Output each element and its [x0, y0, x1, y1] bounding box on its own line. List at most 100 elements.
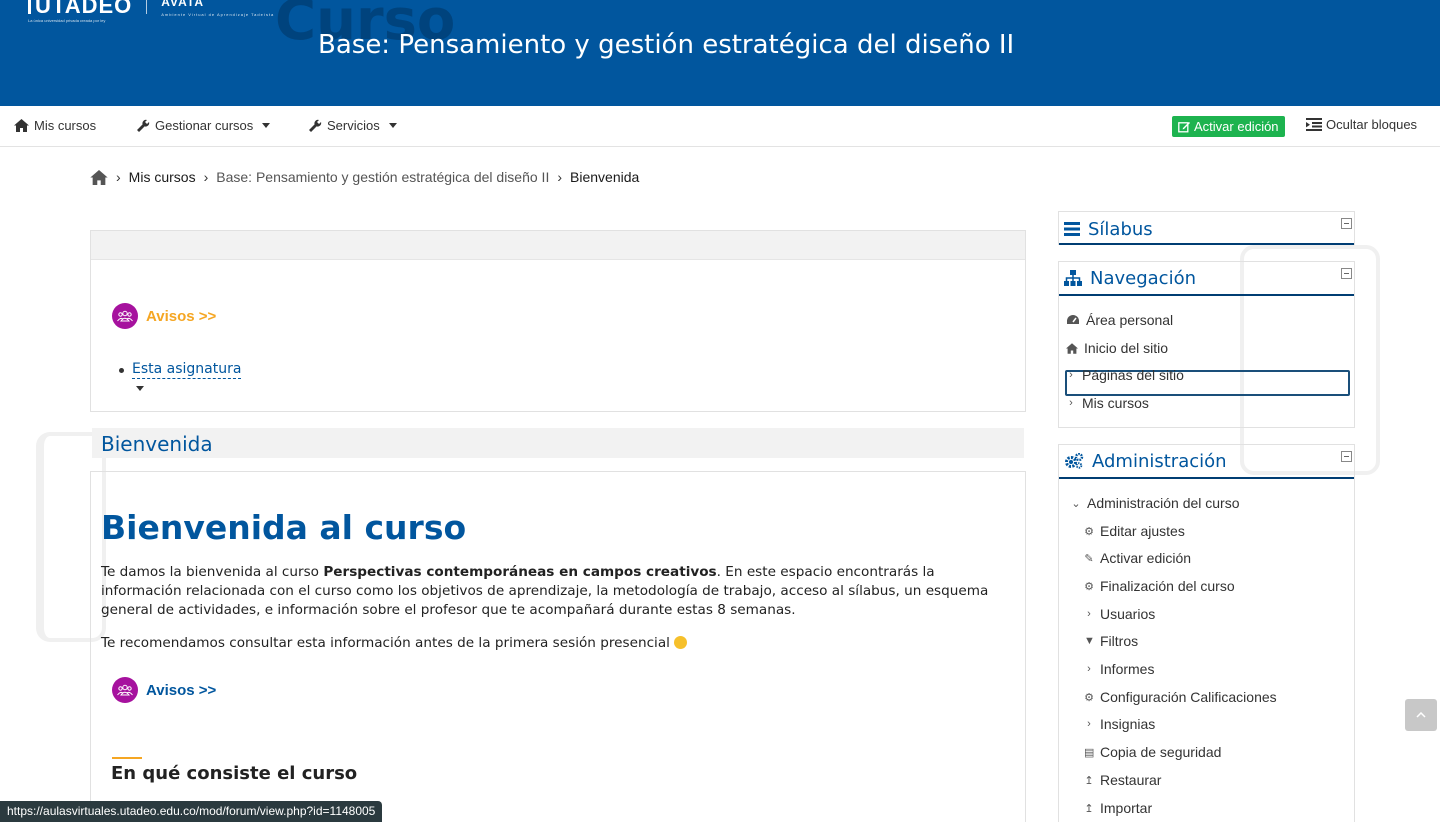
recommendation-paragraph: Te recomendamos consultar esta informaci…	[101, 634, 687, 653]
recommendation-text: Te recomendamos consultar esta informaci…	[101, 635, 670, 651]
chevron-right-icon: ›	[203, 169, 209, 185]
chevron-right-icon: ›	[1087, 718, 1091, 730]
chevron-right-icon: ›	[557, 169, 563, 185]
logo-divider	[146, 0, 148, 14]
logo-subtitle: La única universidad privada creada por …	[28, 18, 106, 23]
back-to-top-button[interactable]	[1405, 699, 1437, 731]
block-navegacion-title: Navegación	[1090, 267, 1196, 289]
breadcrumb-course[interactable]: Base: Pensamiento y gestión estratégica …	[216, 169, 549, 185]
nav-servicios-label: Servicios	[327, 118, 380, 133]
block-navegacion-header[interactable]: Navegación	[1059, 262, 1354, 296]
block-administracion-title: Administración	[1092, 450, 1227, 472]
esta-asignatura-label: Esta asignatura	[132, 361, 242, 379]
welcome-content: Bienvenida al curso Te damos la bienveni…	[90, 471, 1026, 822]
block-administracion: Administración ⌄ Administración del curs…	[1058, 444, 1355, 822]
caret-down-icon	[388, 123, 397, 128]
block-silabus-header[interactable]: Sílabus	[1059, 212, 1354, 246]
admin-calificaciones-label: Configuración Calificaciones	[1100, 689, 1277, 705]
block-expand-icon[interactable]	[1341, 218, 1352, 229]
logo-avata-text: AVATA	[161, 0, 205, 9]
logo-avata-subtitle: Ambiente Virtual de Aprendizaje Tadeísta	[161, 12, 275, 17]
block-collapse-icon[interactable]	[1341, 451, 1352, 462]
breadcrumb-mis-cursos[interactable]: Mis cursos	[129, 169, 196, 185]
nav-mis-cursos-label: Mis cursos	[34, 118, 97, 133]
group-icon	[112, 303, 138, 329]
chevron-right-icon: ›	[1087, 663, 1091, 675]
ocultar-bloques-button[interactable]: Ocultar bloques	[1306, 117, 1417, 132]
admin-usuarios-label: Usuarios	[1100, 606, 1156, 622]
admin-curso-label: Administración del curso	[1087, 495, 1240, 511]
nav-paginas-sitio-label: Páginas del sitio	[1082, 367, 1184, 383]
admin-calificaciones[interactable]: ⚙ Configuración Calificaciones	[1084, 689, 1277, 705]
block-navegacion: Navegación Área personal Inicio del siti…	[1058, 261, 1355, 428]
group-icon	[112, 677, 138, 703]
wrench-icon	[309, 119, 322, 132]
cog-icon: ⚙	[1084, 691, 1094, 704]
ocultar-bloques-label: Ocultar bloques	[1326, 117, 1418, 132]
block-collapse-icon[interactable]	[1341, 268, 1352, 279]
breadcrumb: › Mis cursos › Base: Pensamiento y gesti…	[90, 169, 639, 185]
breadcrumb-current: Bienvenida	[570, 169, 640, 185]
admin-activar-edicion-label: Activar edición	[1100, 550, 1192, 566]
admin-insignias[interactable]: › Insignias	[1084, 716, 1155, 732]
upload-arrow-icon: ↥	[1084, 802, 1094, 815]
block-administracion-header[interactable]: Administración	[1059, 445, 1354, 479]
nav-mis-cursos-block-label: Mis cursos	[1082, 395, 1149, 411]
avisos-label: Avisos >>	[146, 307, 217, 325]
cogs-icon	[1065, 453, 1084, 469]
admin-editar-ajustes-label: Editar ajustes	[1100, 523, 1185, 539]
avisos-link[interactable]: Avisos >>	[112, 303, 216, 329]
admin-curso[interactable]: ⌄ Administración del curso	[1071, 495, 1240, 511]
nav-area-personal[interactable]: Área personal	[1066, 312, 1173, 328]
caret-down-icon[interactable]	[136, 386, 144, 391]
avisos-label-2: Avisos >>	[146, 681, 217, 699]
chevron-right-icon: ›	[1087, 608, 1091, 620]
nav-gestionar-label: Gestionar cursos	[155, 118, 254, 133]
welcome-paragraph: Te damos la bienvenida al curso Perspect…	[101, 563, 1001, 620]
activar-edicion-button[interactable]: Activar edición	[1172, 116, 1285, 137]
esta-asignatura-item[interactable]: Esta asignatura	[119, 361, 242, 379]
admin-importar[interactable]: ↥ Importar	[1084, 800, 1152, 816]
admin-usuarios[interactable]: › Usuarios	[1084, 606, 1155, 622]
section-bienvenida-header: Bienvenida	[92, 428, 1024, 458]
admin-finalizacion[interactable]: ⚙ Finalización del curso	[1084, 578, 1235, 594]
admin-finalizacion-label: Finalización del curso	[1100, 578, 1235, 594]
admin-importar-label: Importar	[1100, 800, 1153, 816]
nav-servicios[interactable]: Servicios	[308, 118, 397, 133]
admin-restaurar[interactable]: ↥ Restaurar	[1084, 772, 1161, 788]
top-navbar: Mis cursos Gestionar cursos Servicios Ac…	[0, 106, 1440, 147]
section-header-bar	[91, 231, 1025, 260]
admin-editar-ajustes[interactable]: ⚙ Editar ajustes	[1084, 523, 1185, 539]
list-icon	[1064, 222, 1080, 236]
course-title: Base: Pensamiento y gestión estratégica …	[318, 30, 1015, 60]
welcome-text-pre: Te damos la bienvenida al curso	[101, 564, 324, 580]
chevron-down-icon: ⌄	[1071, 497, 1081, 510]
welcome-heading: Bienvenida al curso	[101, 508, 467, 547]
home-icon[interactable]	[90, 169, 108, 185]
site-logo[interactable]: UTADEO La única universidad privada crea…	[28, 0, 274, 23]
nav-gestionar-cursos[interactable]: Gestionar cursos	[136, 118, 271, 133]
admin-activar-edicion[interactable]: ✎ Activar edición	[1084, 550, 1191, 566]
avisos-link-2[interactable]: Avisos >>	[112, 677, 216, 703]
pencil-icon: ✎	[1084, 552, 1094, 565]
outdent-icon	[1306, 118, 1322, 131]
status-bar-url: https://aulasvirtuales.utadeo.edu.co/mod…	[0, 801, 383, 822]
file-archive-icon: ▤	[1084, 746, 1095, 759]
admin-filtros[interactable]: ▼ Filtros	[1084, 633, 1138, 649]
admin-informes[interactable]: › Informes	[1084, 661, 1154, 677]
admin-copia-seguridad[interactable]: ▤ Copia de seguridad	[1084, 744, 1221, 760]
caret-down-icon	[262, 123, 271, 128]
nav-paginas-sitio[interactable]: › Páginas del sitio	[1066, 367, 1184, 383]
filter-icon: ▼	[1084, 635, 1095, 647]
cog-icon: ⚙	[1084, 525, 1094, 538]
nav-inicio-sitio[interactable]: Inicio del sitio	[1066, 340, 1168, 356]
wink-emoji-icon	[673, 636, 687, 649]
logo-bar	[28, 0, 31, 14]
chevron-up-icon	[1416, 712, 1426, 718]
admin-informes-label: Informes	[1100, 661, 1155, 677]
nav-mis-cursos[interactable]: Mis cursos	[14, 118, 96, 133]
block-silabus-title: Sílabus	[1088, 218, 1153, 240]
header-banner: UTADEO La única universidad privada crea…	[0, 0, 1440, 106]
nav-mis-cursos-block[interactable]: › Mis cursos	[1066, 395, 1149, 411]
block-underline	[1059, 243, 1354, 245]
